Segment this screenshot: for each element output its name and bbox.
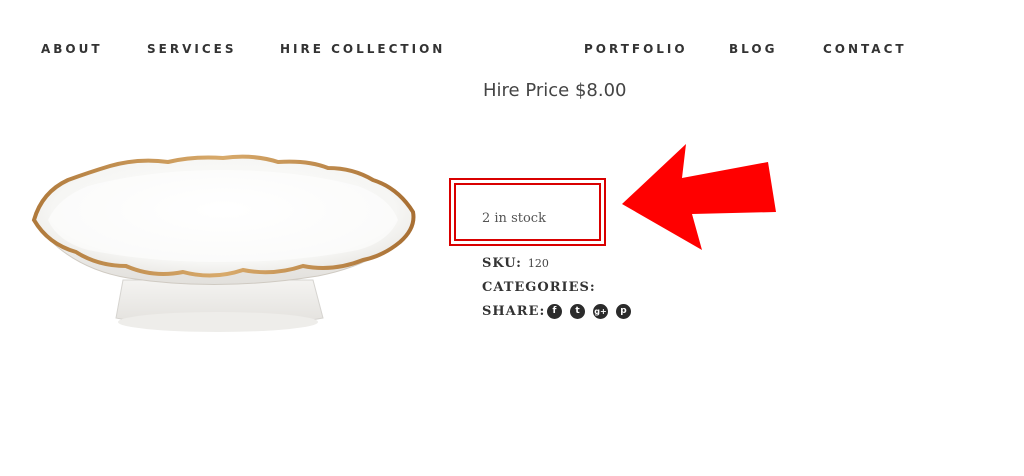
categories-label: CATEGORIES:: [482, 280, 596, 295]
stock-status: 2 in stock: [482, 211, 546, 226]
nav-contact[interactable]: CONTACT: [823, 42, 907, 56]
product-image[interactable]: [28, 150, 418, 350]
product-price: Hire Price $8.00: [483, 80, 627, 101]
sku-label: SKU:: [482, 256, 522, 271]
share-label: SHARE:: [482, 304, 546, 319]
nav-blog[interactable]: BLOG: [729, 42, 777, 56]
google-plus-icon[interactable]: g+: [593, 304, 608, 319]
facebook-icon[interactable]: f: [547, 304, 562, 319]
nav-hire-collection[interactable]: HIRE COLLECTION: [280, 42, 445, 56]
red-arrow-annotation: [622, 144, 776, 250]
nav-portfolio[interactable]: PORTFOLIO: [584, 42, 688, 56]
sku-value: 120: [527, 257, 549, 270]
twitter-icon[interactable]: t: [570, 304, 585, 319]
nav-services[interactable]: SERVICES: [147, 42, 236, 56]
pinterest-icon[interactable]: p: [616, 304, 631, 319]
sku-row: SKU: 120: [482, 256, 549, 271]
nav-about[interactable]: ABOUT: [41, 42, 103, 56]
